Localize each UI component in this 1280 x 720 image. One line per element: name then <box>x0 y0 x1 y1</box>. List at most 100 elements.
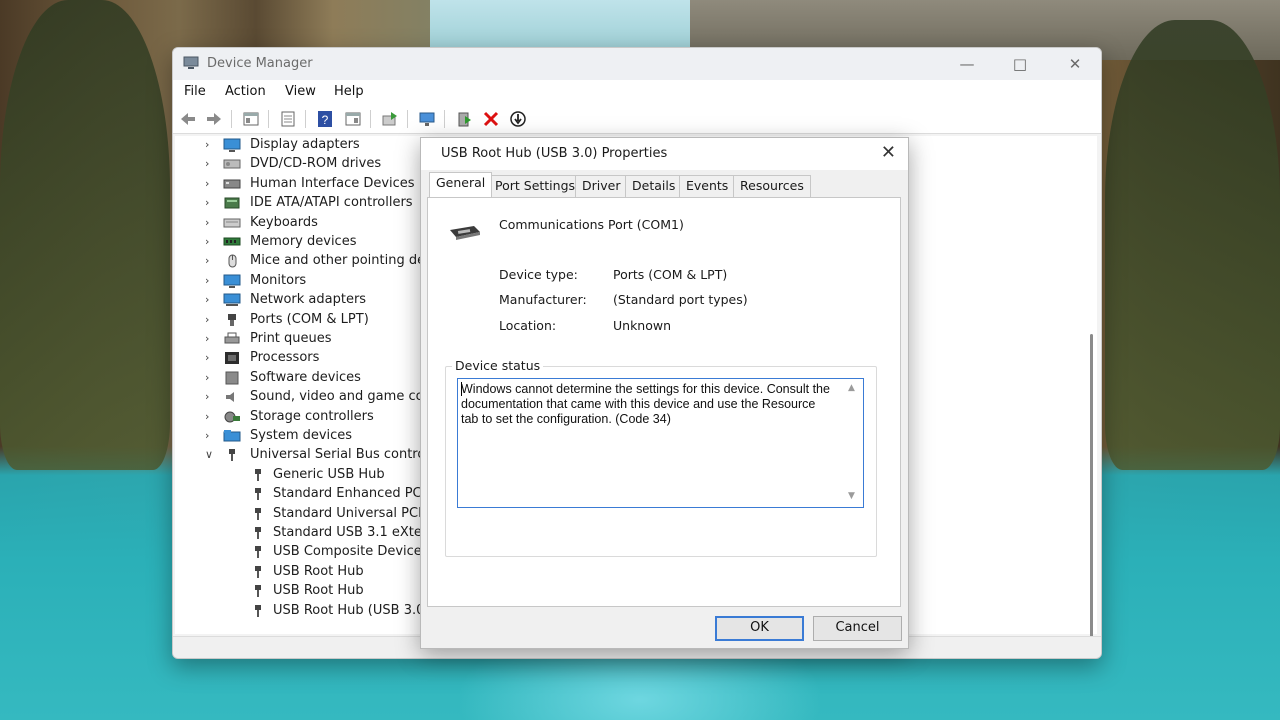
chevron-right-icon[interactable]: › <box>205 390 215 403</box>
chevron-right-icon[interactable]: › <box>205 410 215 423</box>
forward-arrow-icon[interactable] <box>205 110 223 128</box>
ide-controller-icon <box>224 197 240 209</box>
tree-device-label: USB Root Hub (USB 3.0) <box>273 602 430 618</box>
device-status-text: Windows cannot determine the settings fo… <box>461 382 830 426</box>
toolbar-separator <box>370 110 371 128</box>
enable-device-icon[interactable] <box>455 110 473 128</box>
chevron-right-icon[interactable]: › <box>205 196 215 209</box>
scan-hardware-icon[interactable] <box>418 110 436 128</box>
chevron-right-icon[interactable]: › <box>205 274 215 287</box>
device-manager-app-icon <box>183 56 199 69</box>
tree-device-label: USB Root Hub <box>273 583 364 599</box>
help-icon[interactable]: ? <box>316 110 334 128</box>
wallpaper-sky <box>430 0 690 50</box>
cancel-button[interactable]: Cancel <box>813 616 902 641</box>
close-button[interactable]: ✕ <box>1058 52 1092 76</box>
port-icon <box>228 313 236 326</box>
back-arrow-icon[interactable] <box>179 110 197 128</box>
tab-details[interactable]: Details <box>625 175 683 197</box>
chevron-right-icon[interactable]: › <box>205 351 215 364</box>
tab-resources[interactable]: Resources <box>733 175 811 197</box>
wallpaper-tree <box>0 0 170 470</box>
tree-category-label: IDE ATA/ATAPI controllers <box>250 195 413 211</box>
chevron-right-icon[interactable]: › <box>205 216 215 229</box>
device-type-label: Device type: <box>499 267 578 282</box>
tab-driver[interactable]: Driver <box>575 175 628 197</box>
ok-button[interactable]: OK <box>715 616 804 641</box>
keyboard-icon <box>223 218 241 228</box>
menu-action[interactable]: Action <box>225 84 266 99</box>
dialog-close-icon[interactable]: ✕ <box>881 142 896 163</box>
device-status-textbox[interactable]: Windows cannot determine the settings fo… <box>457 378 864 508</box>
chevron-right-icon[interactable]: › <box>205 177 215 190</box>
maximize-button[interactable]: □ <box>1003 52 1037 76</box>
tree-category-label: Display adapters <box>250 137 360 152</box>
chevron-right-icon[interactable]: › <box>205 254 215 267</box>
svg-text:?: ? <box>322 113 329 127</box>
printer-icon <box>224 332 240 344</box>
chevron-right-icon[interactable]: › <box>205 235 215 248</box>
toolbar-separator <box>231 110 232 128</box>
chevron-right-icon[interactable]: › <box>205 138 215 151</box>
show-hide-console-tree-icon[interactable] <box>242 110 260 128</box>
scroll-down-icon[interactable]: ▼ <box>848 491 858 501</box>
usb-device-icon <box>255 604 261 617</box>
location-value: Unknown <box>613 318 672 333</box>
toolbar-separator <box>268 110 269 128</box>
device-manager-titlebar[interactable]: Device Manager — □ ✕ <box>173 48 1101 80</box>
usb-device-icon <box>255 488 261 501</box>
tree-category-label: Print queues <box>250 331 332 346</box>
wallpaper-tree <box>1105 20 1280 470</box>
chevron-right-icon[interactable]: › <box>205 313 215 326</box>
vertical-scrollbar[interactable] <box>1090 334 1093 658</box>
window-title: Device Manager <box>207 56 313 71</box>
processor-icon <box>225 352 239 365</box>
minimize-button[interactable]: — <box>950 52 984 76</box>
device-type-value: Ports (COM & LPT) <box>613 267 728 282</box>
toolbar-separator <box>407 110 408 128</box>
usb-device-icon <box>255 546 261 559</box>
usb-device-icon <box>255 527 261 539</box>
menu-help[interactable]: Help <box>334 84 364 99</box>
dialog-title: USB Root Hub (USB 3.0) Properties <box>441 146 668 161</box>
tree-device-label: Standard Universal PCI t <box>273 505 432 521</box>
uninstall-device-icon[interactable] <box>482 110 500 128</box>
tree-category-label: Memory devices <box>250 234 357 249</box>
tree-category-label: Sound, video and game cor <box>250 389 429 405</box>
memory-icon <box>223 237 241 246</box>
menu-file[interactable]: File <box>184 84 206 99</box>
chevron-right-icon[interactable]: › <box>205 371 215 384</box>
device-name: Communications Port (COM1) <box>499 217 684 232</box>
software-device-icon <box>225 371 239 385</box>
disable-device-icon[interactable] <box>509 110 527 128</box>
tab-general[interactable]: General <box>429 172 493 197</box>
tree-category-label: Keyboards <box>250 214 318 230</box>
properties-icon[interactable] <box>279 110 297 128</box>
manufacturer-value: (Standard port types) <box>613 292 748 307</box>
chevron-right-icon[interactable]: › <box>205 293 215 306</box>
chevron-right-icon[interactable]: › <box>205 429 215 442</box>
tree-category-label: Mice and other pointing de <box>250 253 426 269</box>
tab-events[interactable]: Events <box>679 175 736 197</box>
scroll-up-icon[interactable]: ▲ <box>848 383 858 393</box>
usb-device-icon <box>255 507 261 520</box>
speaker-icon <box>226 392 234 403</box>
mouse-icon <box>228 254 237 268</box>
monitor-icon <box>223 274 241 288</box>
tree-category-label: Storage controllers <box>250 408 374 424</box>
usb-device-icon <box>255 565 261 578</box>
menu-view[interactable]: View <box>285 84 316 99</box>
update-driver-icon[interactable] <box>381 110 399 128</box>
show-hide-action-pane-icon[interactable] <box>344 110 362 128</box>
storage-controller-icon <box>224 411 240 423</box>
tree-category-label: Monitors <box>250 272 307 288</box>
text-cursor <box>461 382 462 396</box>
chevron-right-icon[interactable]: › <box>205 157 215 170</box>
dialog-titlebar[interactable]: USB Root Hub (USB 3.0) Properties ✕ <box>421 138 908 170</box>
tree-category-label: Network adapters <box>250 292 367 308</box>
display-adapter-icon <box>223 138 241 152</box>
chevron-down-icon[interactable]: ∨ <box>205 448 215 461</box>
chevron-right-icon[interactable]: › <box>205 332 215 345</box>
tab-port-settings[interactable]: Port Settings <box>488 175 583 197</box>
general-tab-panel: Communications Port (COM1) Device type: … <box>427 197 901 607</box>
